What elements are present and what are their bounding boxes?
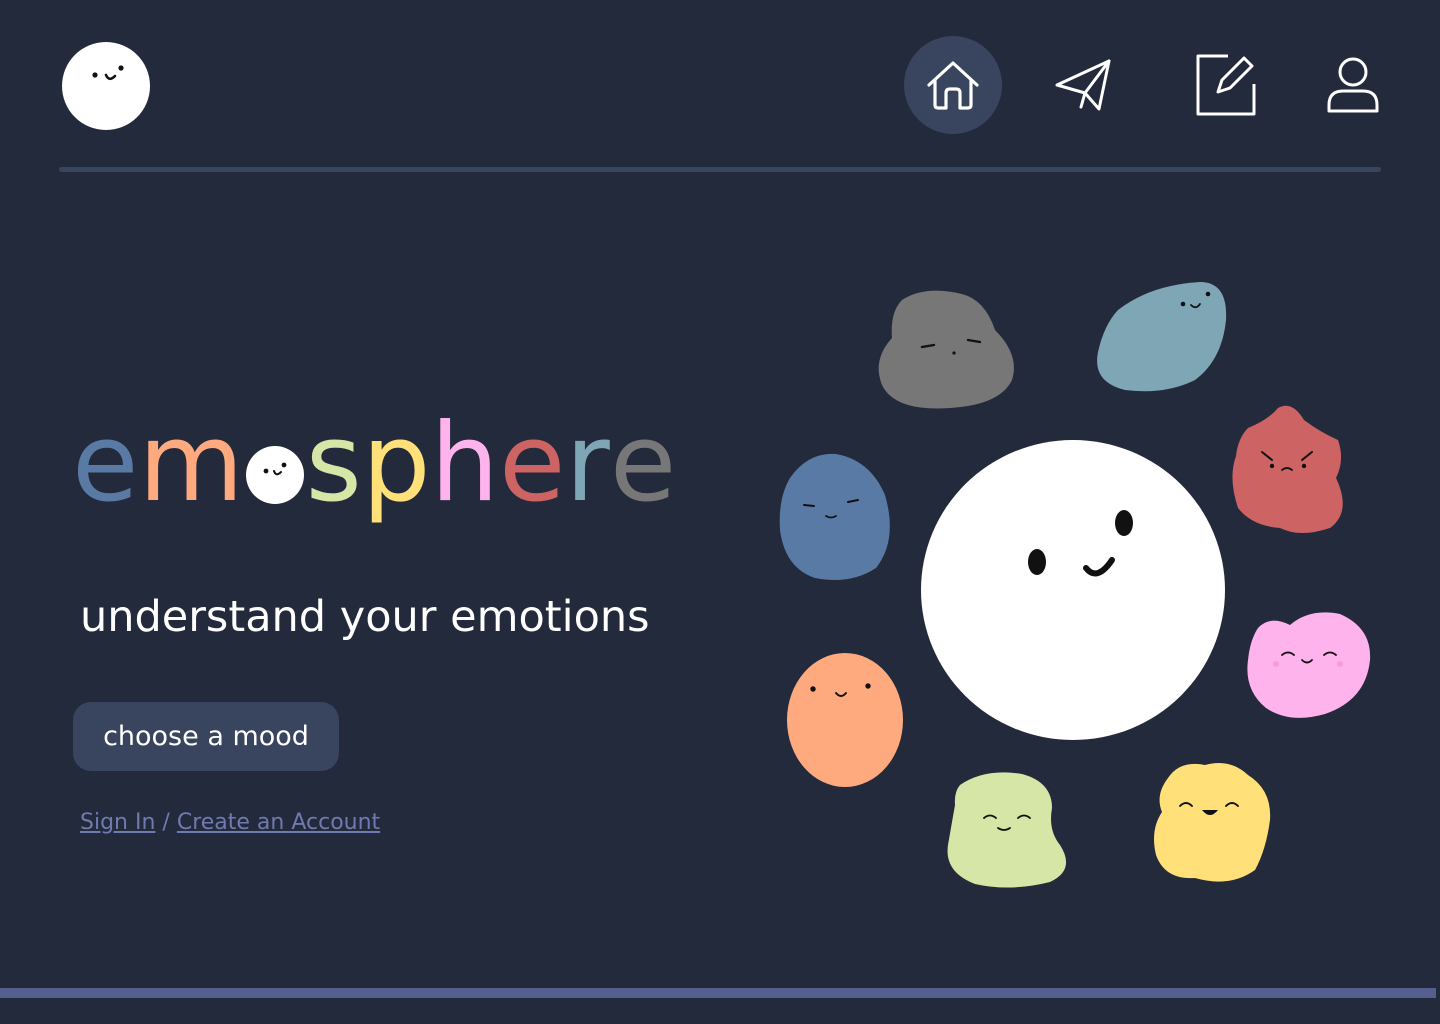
brand-letter: s [305,401,362,526]
brand-letter: h [430,401,499,526]
page: em sphere understand your emotions choos… [0,0,1440,1024]
header-divider [59,167,1381,172]
nav-write-button[interactable] [1176,36,1274,134]
brand-letter: e [72,401,139,526]
home-icon [927,61,979,110]
footer-bar [0,988,1436,998]
angry-face-icon[interactable] [1232,405,1343,533]
brand-letter: e [498,401,566,526]
paper-plane-icon [1055,59,1111,111]
choose-mood-button[interactable]: choose a mood [73,702,339,771]
user-icon [1327,57,1379,113]
auth-links: Sign In / Create an Account [80,810,380,835]
happy-face-icon[interactable] [921,440,1225,740]
smiling-face-icon[interactable] [787,653,903,787]
edit-icon [1196,54,1256,116]
blushing-face-icon[interactable] [1247,612,1371,718]
laughing-face-icon[interactable] [1154,762,1271,882]
brand-letter: e [609,401,677,526]
brand-wordmark: em sphere [72,410,676,518]
mood-illustration [779,282,1371,888]
sign-in-link[interactable]: Sign In [80,810,155,835]
brand-letter-o-face-icon [245,446,304,504]
calm-face-icon[interactable] [1097,282,1227,392]
content-face-icon[interactable] [947,772,1067,888]
top-nav [904,36,1384,134]
nav-send-button[interactable] [1034,36,1132,134]
nav-home-button[interactable] [904,36,1002,134]
brand-letter: p [361,401,431,526]
neutral-face-icon[interactable] [878,290,1014,409]
logo-icon[interactable] [62,42,150,130]
create-account-link[interactable]: Create an Account [177,810,380,835]
nav-profile-button[interactable] [1304,36,1402,134]
brand-letter: r [565,401,610,526]
tagline: understand your emotions [80,592,650,642]
sleepy-face-icon[interactable] [779,453,890,581]
auth-separator: / [155,810,177,835]
brand-letter: m [138,401,244,526]
